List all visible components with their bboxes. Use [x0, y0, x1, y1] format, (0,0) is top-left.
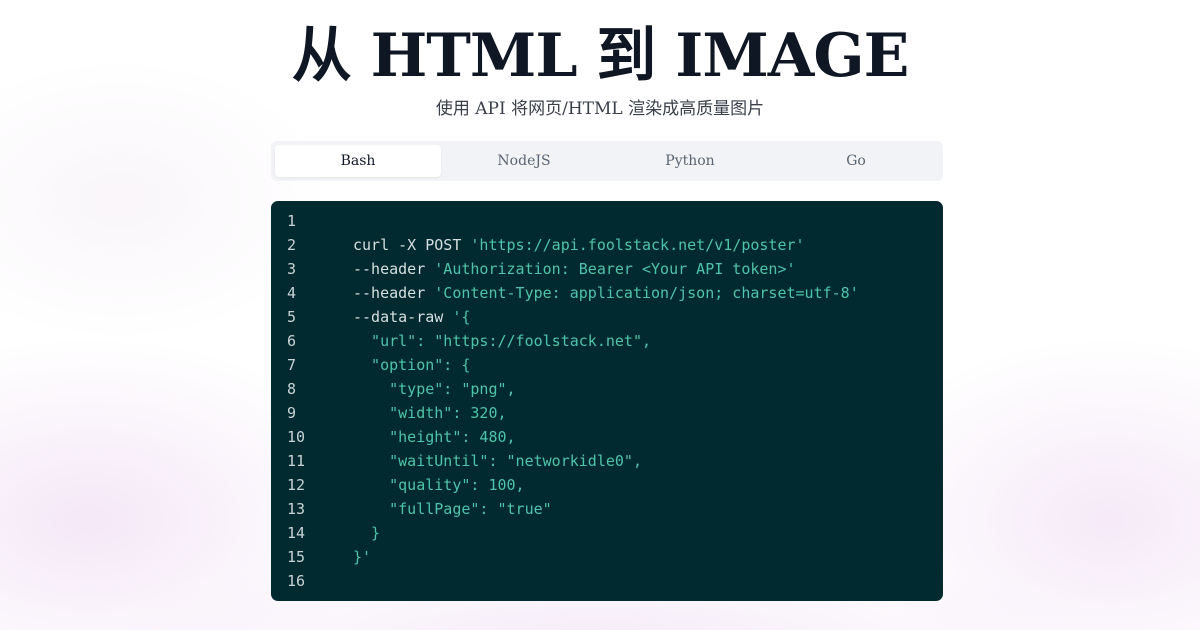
code-text: "height": 480,: [315, 425, 516, 449]
code-text: --data-raw '{: [315, 305, 470, 329]
line-number: 15: [287, 548, 306, 566]
code-string-token: "width": 320,: [353, 404, 507, 422]
code-line: 6 "url": "https://foolstack.net",: [271, 329, 943, 353]
code-token: curl -X POST: [353, 236, 471, 254]
line-number: 11: [287, 452, 306, 470]
code-string-token: "quality": 100,: [353, 476, 525, 494]
code-text: "fullPage": "true": [315, 497, 552, 521]
line-number: 4: [287, 284, 297, 302]
code-line: 3 --header 'Authorization: Bearer <Your A…: [271, 257, 943, 281]
code-line: 14 }: [271, 521, 943, 545]
code-token: --header: [353, 284, 435, 302]
tab-python[interactable]: Python: [607, 145, 773, 177]
code-text: "quality": 100,: [315, 473, 525, 497]
code-text: }': [315, 545, 371, 569]
line-number: 10: [287, 428, 306, 446]
code-line: 12 "quality": 100,: [271, 473, 943, 497]
code-line: 16: [271, 569, 943, 593]
code-line: 1: [271, 209, 943, 233]
code-text: "type": "png",: [315, 377, 516, 401]
tab-bash[interactable]: Bash: [275, 145, 441, 177]
code-text: }: [315, 521, 380, 545]
line-number: 9: [287, 404, 297, 422]
code-line: 5 --data-raw '{: [271, 305, 943, 329]
code-token: --header: [353, 260, 435, 278]
code-text: "waitUntil": "networkidle0",: [315, 449, 642, 473]
line-number: 1: [287, 212, 297, 230]
line-number: 2: [287, 236, 297, 254]
code-string-token: "option": {: [353, 356, 471, 374]
code-string-token: "fullPage": "true": [353, 500, 552, 518]
code-line: 4 --header 'Content-Type: application/jso…: [271, 281, 943, 305]
line-number: 16: [287, 572, 306, 590]
code-line: 11 "waitUntil": "networkidle0",: [271, 449, 943, 473]
code-text: "url": "https://foolstack.net",: [315, 329, 651, 353]
code-line: 15 }': [271, 545, 943, 569]
line-number: 13: [287, 500, 306, 518]
code-string-token: 'Authorization: Bearer <Your API token>': [434, 260, 796, 278]
line-number: 7: [287, 356, 297, 374]
tab-go[interactable]: Go: [773, 145, 939, 177]
line-number: 14: [287, 524, 306, 542]
line-number: 6: [287, 332, 297, 350]
code-text: --header 'Content-Type: application/json…: [315, 281, 859, 305]
line-number: 3: [287, 260, 297, 278]
code-line: 9 "width": 320,: [271, 401, 943, 425]
code-string-token: "waitUntil": "networkidle0",: [353, 452, 642, 470]
code-string-token: }': [353, 548, 372, 566]
code-line: 7 "option": {: [271, 353, 943, 377]
code-text: "option": {: [315, 353, 470, 377]
code-text: "width": 320,: [315, 401, 507, 425]
page-title: 从 HTML 到 IMAGE: [291, 21, 910, 91]
code-string-token: 'https://api.foolstack.net/v1/poster': [470, 236, 805, 254]
line-number: 8: [287, 380, 297, 398]
code-text: --header 'Authorization: Bearer <Your AP…: [315, 257, 796, 281]
code-block[interactable]: 1 2 curl -X POST 'https://api.foolstack.ne…: [271, 201, 943, 601]
code-line: 13 "fullPage": "true": [271, 497, 943, 521]
code-line: 2 curl -X POST 'https://api.foolstack.net…: [271, 233, 943, 257]
page-subtitle: 使用 API 将网页/HTML 渲染成高质量图片: [435, 99, 765, 119]
code-string-token: 'Content-Type: application/json; charset…: [434, 284, 859, 302]
tab-nodejs[interactable]: NodeJS: [441, 145, 607, 177]
code-string-token: '{: [452, 308, 471, 326]
language-tabs: Bash NodeJS Python Go: [271, 141, 943, 181]
code-text: curl -X POST 'https://api.foolstack.net/…: [315, 233, 805, 257]
code-string-token: "type": "png",: [353, 380, 516, 398]
code-string-token: "height": 480,: [353, 428, 516, 446]
line-number: 5: [287, 308, 297, 326]
code-line: 8 "type": "png",: [271, 377, 943, 401]
code-string-token: "url": "https://foolstack.net",: [353, 332, 652, 350]
code-line: 10 "height": 480,: [271, 425, 943, 449]
line-number: 12: [287, 476, 306, 494]
code-token: --data-raw: [353, 308, 453, 326]
code-string-token: }: [353, 524, 381, 542]
